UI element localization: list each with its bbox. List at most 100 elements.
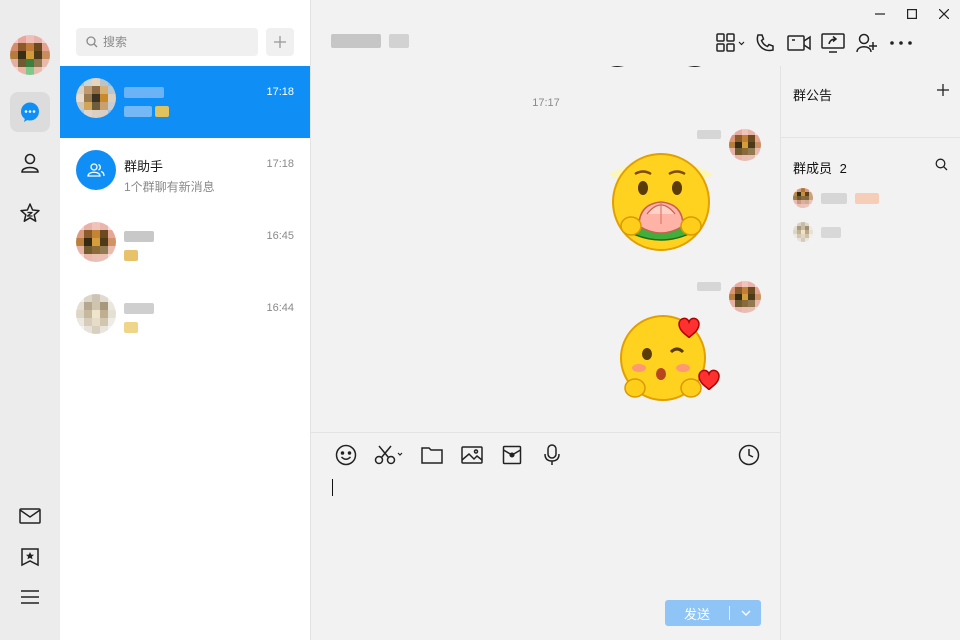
clock-icon	[738, 444, 760, 466]
member-item[interactable]	[793, 222, 841, 242]
member-avatar	[793, 188, 813, 208]
member-name-redacted	[821, 192, 847, 204]
preview-redacted	[124, 322, 138, 336]
chat-header-actions	[714, 30, 918, 56]
nav-menu-button[interactable]	[10, 577, 50, 617]
name-redacted	[124, 300, 154, 317]
create-chat-button[interactable]	[266, 28, 294, 56]
my-avatar[interactable]	[10, 35, 50, 75]
more-button[interactable]	[884, 30, 918, 56]
conversation-list: 17:18 群助手 1个群聊有新消息 17:18 16:45	[60, 0, 310, 640]
group-info-panel: 群公告 群成员 2	[780, 66, 960, 640]
favorites-star-icon	[19, 202, 41, 224]
conversation-item[interactable]: 16:45	[60, 210, 310, 282]
screenshot-button[interactable]	[371, 443, 407, 467]
preview-redacted	[124, 106, 170, 120]
nav-chats-button[interactable]	[10, 92, 50, 132]
nav-favorites-button[interactable]	[10, 193, 50, 233]
apps-grid-icon	[716, 33, 746, 53]
nav-rail	[0, 0, 60, 640]
member-tag-redacted	[855, 192, 879, 204]
conversation-preview: 1个群聊有新消息	[124, 180, 215, 194]
chat-bubble-icon	[19, 101, 41, 123]
close-icon	[939, 9, 949, 19]
conversation-time: 16:44	[266, 302, 294, 314]
nav-contacts-button[interactable]	[10, 143, 50, 183]
group-notice-section: 群公告	[781, 66, 960, 138]
nav-mail-button[interactable]	[10, 496, 50, 536]
video-call-button[interactable]	[782, 30, 816, 56]
folder-icon	[421, 446, 443, 464]
minimize-icon	[875, 13, 885, 15]
search-input[interactable]	[103, 35, 243, 49]
send-button[interactable]: 发送	[665, 600, 761, 626]
conversation-item[interactable]: 16:44	[60, 282, 310, 354]
file-button[interactable]	[417, 443, 447, 467]
group-members-title: 群成员 2	[793, 158, 847, 177]
conversation-time: 17:18	[266, 158, 294, 170]
chat-pane: 17:17 发送	[310, 0, 781, 640]
plus-icon	[937, 84, 949, 96]
message-input[interactable]	[332, 479, 333, 496]
red-packet-button[interactable]	[497, 443, 527, 467]
window-controls	[864, 0, 960, 28]
chat-title	[331, 34, 409, 51]
mail-icon	[19, 507, 41, 525]
chevron-down-icon	[741, 610, 751, 616]
blowing-kiss-hearts-emoji[interactable]	[617, 314, 721, 402]
name-redacted	[124, 228, 154, 245]
member-item[interactable]	[793, 188, 879, 208]
image-button[interactable]	[457, 443, 487, 467]
message-timestamp: 17:17	[532, 97, 560, 109]
add-notice-button[interactable]	[937, 84, 949, 96]
contacts-icon	[19, 152, 41, 174]
peach-holding-emoji[interactable]	[609, 152, 713, 256]
envelope-icon	[502, 445, 522, 465]
conversation-time: 16:45	[266, 230, 294, 242]
name-redacted	[124, 84, 164, 101]
apps-button[interactable]	[714, 30, 748, 56]
voice-button[interactable]	[537, 443, 567, 467]
members-count: 2	[839, 161, 847, 176]
preview-redacted	[124, 250, 138, 264]
member-name-redacted	[821, 226, 841, 238]
avatar	[76, 294, 116, 334]
members-label: 群成员	[793, 161, 833, 176]
screen-share-button[interactable]	[816, 30, 850, 56]
group-assistant-avatar	[76, 150, 116, 190]
add-user-icon	[856, 33, 878, 53]
image-icon	[461, 446, 483, 464]
conversation-time: 17:18	[266, 86, 294, 98]
composer: 发送	[311, 432, 781, 640]
message-list: 17:17	[311, 66, 781, 432]
minimize-button[interactable]	[864, 0, 896, 28]
sender-name	[697, 282, 721, 291]
search-box[interactable]	[76, 28, 258, 56]
search-icon	[935, 158, 948, 171]
nav-bookmark-button[interactable]	[10, 537, 50, 577]
plus-icon	[274, 36, 286, 48]
sender-avatar[interactable]	[729, 281, 761, 313]
scissors-icon	[374, 444, 404, 466]
more-dots-icon	[890, 41, 912, 45]
bookmark-icon	[20, 547, 40, 567]
phone-icon	[755, 33, 775, 53]
invite-member-button[interactable]	[850, 30, 884, 56]
microphone-icon	[543, 444, 561, 466]
sender-avatar[interactable]	[729, 129, 761, 161]
history-button[interactable]	[735, 443, 763, 467]
close-button[interactable]	[928, 0, 960, 28]
sticker-partial	[601, 66, 711, 74]
maximize-button[interactable]	[896, 0, 928, 28]
emoji-button[interactable]	[331, 443, 361, 467]
emoji-icon	[335, 444, 357, 466]
send-options-button[interactable]	[730, 610, 761, 616]
conversation-item[interactable]: 群助手 1个群聊有新消息 17:18	[60, 138, 310, 210]
sender-name	[697, 130, 721, 139]
conversation-item[interactable]: 17:18	[60, 66, 310, 138]
voice-call-button[interactable]	[748, 30, 782, 56]
search-members-button[interactable]	[935, 158, 948, 171]
search-icon	[86, 36, 98, 48]
menu-icon	[20, 589, 40, 605]
video-camera-icon	[787, 34, 811, 52]
